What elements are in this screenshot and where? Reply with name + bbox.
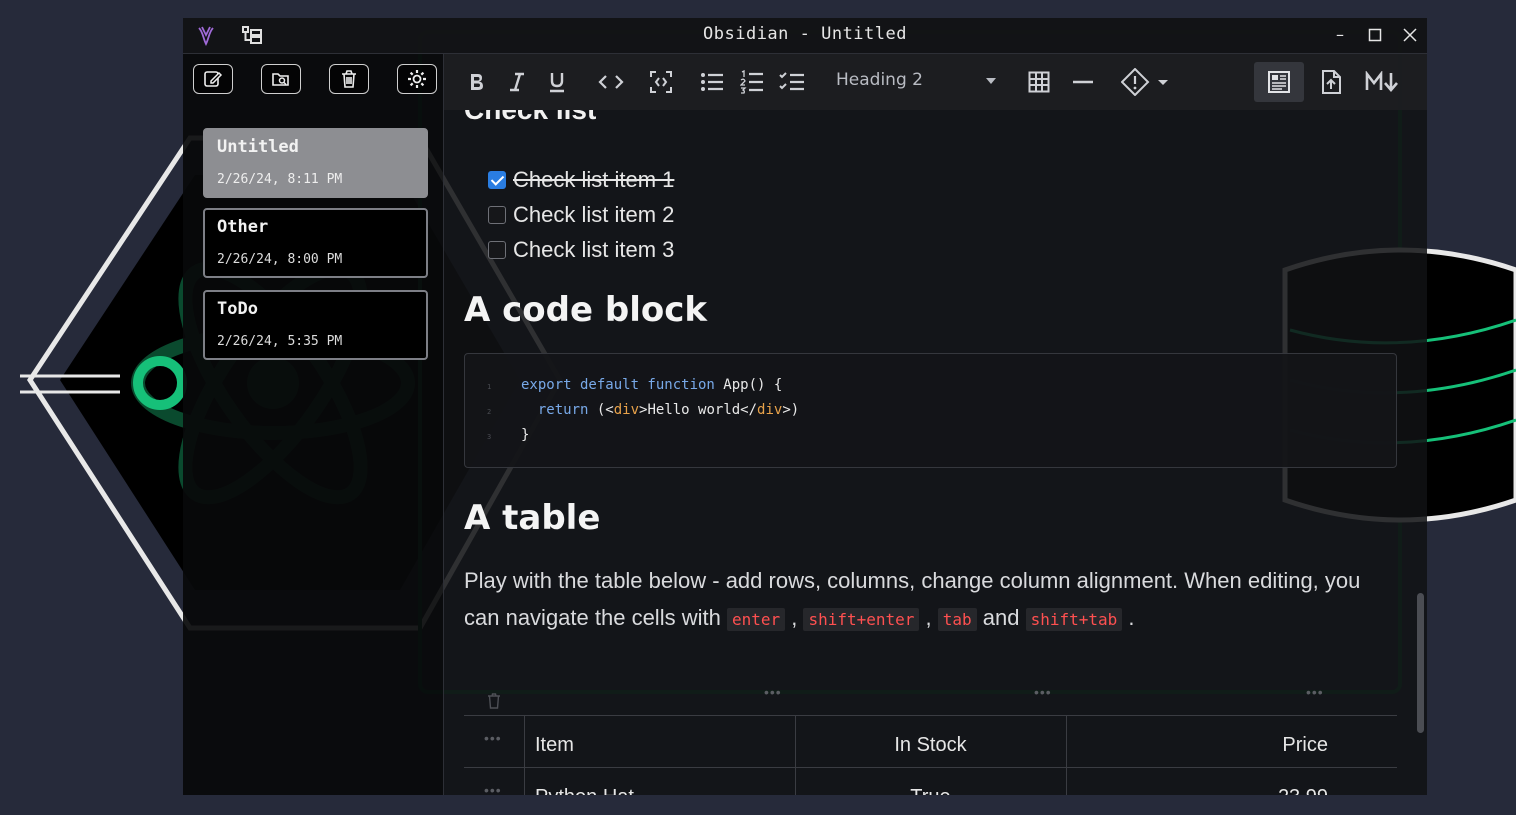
column-handle-icon[interactable]: ••• [1306, 684, 1324, 700]
bullet-list-icon[interactable] [698, 66, 726, 98]
note-date: 2/26/24, 8:00 PM [217, 252, 343, 267]
check-list-icon[interactable] [778, 66, 806, 98]
code-line: 3} [487, 427, 530, 443]
row-handle-icon[interactable]: ••• [484, 730, 502, 746]
code-icon[interactable] [596, 66, 626, 98]
table-cell[interactable]: Python Hat [535, 768, 795, 795]
block-type-select[interactable]: Heading 2 [836, 70, 996, 94]
table-header-cell[interactable]: In Stock [795, 716, 1066, 767]
markdown-icon[interactable] [1362, 66, 1402, 98]
rich-text-view-icon[interactable] [1254, 62, 1304, 102]
table-header-row: ••• Item In Stock Price [464, 716, 1397, 768]
delete-note-button[interactable] [329, 64, 369, 94]
editor-scrollbar[interactable] [1417, 593, 1424, 733]
maximize-icon[interactable] [1364, 24, 1386, 46]
code-block[interactable]: 1 export default function App() { 2 retur… [464, 353, 1397, 468]
search-folder-button[interactable] [261, 64, 301, 94]
kbd-tab: tab [937, 608, 977, 631]
column-handle-icon[interactable]: ••• [764, 684, 782, 700]
minimize-icon[interactable]: – [1329, 24, 1351, 46]
note-card-untitled[interactable]: Untitled 2/26/24, 8:11 PM [203, 128, 428, 198]
note-title: Other [217, 217, 269, 237]
note-card-todo[interactable]: ToDo 2/26/24, 5:35 PM [203, 290, 428, 360]
notes-sidebar: Untitled 2/26/24, 8:11 PM Other 2/26/24,… [183, 54, 444, 795]
new-note-button[interactable] [193, 64, 233, 94]
kbd-shift-enter: shift+enter [803, 608, 920, 631]
settings-button[interactable] [397, 64, 437, 94]
note-date: 2/26/24, 8:11 PM [217, 172, 343, 187]
checklist-item-label: Check list item 2 [513, 202, 675, 227]
note-title: ToDo [217, 299, 258, 319]
table-header-cell[interactable]: Item [535, 716, 795, 767]
table-cell[interactable]: True [795, 768, 1066, 795]
underline-icon[interactable] [544, 66, 570, 98]
window-title: Obsidian - Untitled [703, 24, 907, 44]
bold-icon[interactable] [464, 66, 490, 98]
checklist-item-label: Check list item 3 [513, 237, 675, 262]
note-card-other[interactable]: Other 2/26/24, 8:00 PM [203, 208, 428, 278]
kbd-enter: enter [726, 608, 786, 631]
checklist-item-label: Check list item 1 [513, 167, 675, 192]
table-row: ••• Python Hat True 23.99 [464, 768, 1397, 795]
folder-search-icon [272, 73, 289, 86]
numbered-list-icon[interactable] [738, 66, 766, 98]
code-line: 2 return (<div>Hello world</div>) [487, 402, 800, 418]
checkbox[interactable] [488, 206, 506, 224]
italic-icon[interactable] [504, 66, 530, 98]
data-table: ••• Item In Stock Price ••• Python Hat T… [464, 715, 1397, 795]
checklist-item[interactable]: Check list item 1 [488, 165, 674, 195]
table-description: Play with the table below - add rows, co… [464, 568, 1361, 631]
table-icon[interactable] [1024, 66, 1054, 98]
horizontal-rule-icon[interactable] [1068, 66, 1098, 98]
checklist-item[interactable]: Check list item 2 [488, 200, 674, 230]
table-header-cell[interactable]: Price [1066, 716, 1328, 767]
row-handle-icon[interactable]: ••• [484, 782, 502, 795]
edit-icon [204, 71, 223, 87]
chevron-down-icon [986, 78, 996, 84]
checklist-item[interactable]: Check list item 3 [488, 235, 674, 265]
note-title: Untitled [217, 137, 299, 157]
table-heading: A table [464, 498, 601, 538]
formatting-toolbar: Heading 2 [444, 54, 1427, 110]
title-bar: Obsidian - Untitled – [183, 18, 1427, 54]
note-date: 2/26/24, 5:35 PM [217, 334, 343, 349]
code-line: 1 export default function App() { [487, 377, 783, 393]
editor-content[interactable]: Check list Check list item 1 Check list … [444, 110, 1427, 795]
table-delete-icon[interactable] [486, 692, 502, 710]
checklist-heading: Check list [464, 110, 596, 126]
source-view-icon[interactable] [1316, 66, 1346, 98]
code-block-icon[interactable] [646, 66, 676, 98]
gear-icon [408, 70, 426, 88]
trash-icon [342, 70, 356, 88]
checkbox-checked[interactable] [488, 171, 506, 189]
kbd-shift-tab: shift+tab [1025, 608, 1123, 631]
code-block-heading: A code block [464, 290, 708, 330]
close-icon[interactable] [1399, 24, 1421, 46]
admonition-icon[interactable] [1120, 66, 1172, 98]
app-window: Obsidian - Untitled – Untitled 2/26/24, … [183, 18, 1427, 795]
checkbox[interactable] [488, 241, 506, 259]
block-type-value: Heading 2 [836, 70, 923, 90]
table-cell[interactable]: 23.99 [1066, 768, 1328, 795]
column-handle-icon[interactable]: ••• [1034, 684, 1052, 700]
